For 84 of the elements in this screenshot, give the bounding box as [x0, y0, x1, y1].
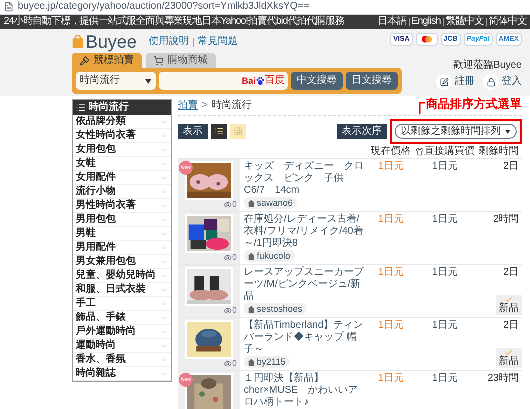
view-label: 表示	[178, 124, 208, 139]
condition-text: 新品	[499, 357, 519, 367]
listing-title[interactable]: １円即決【新品】 cher×MUSE かわいいアロハ柄トート♪	[244, 373, 366, 409]
sidebar-item[interactable]: 飾品、手錶	[73, 311, 171, 325]
current-price: 1日元	[377, 213, 405, 227]
time-left: 2日	[503, 321, 520, 331]
current-price: 1日元	[377, 160, 405, 174]
sidebar-item[interactable]: 男鞋	[73, 227, 171, 241]
seller-tag[interactable]: fukucolo	[244, 250, 295, 262]
listing-row[interactable]: 0 レースアップスニーカーブーツ/M/ピンクベージュ/新品 sestoshoes 1日元 1日元 2日 新品	[178, 265, 522, 318]
breadcrumb-separator: >	[202, 101, 208, 111]
sidebar-item[interactable]: 女用配件	[73, 171, 171, 185]
seller-tag[interactable]: by2115	[244, 356, 290, 368]
url-text: buyee.jp/category/yahoo/auction/23000?sort=Ymlkb3JldXksYQ==	[18, 2, 310, 12]
time-left: 23時間	[488, 374, 520, 384]
time-left: 2日	[503, 268, 520, 278]
sidebar-item[interactable]: 香水、香氛	[73, 353, 171, 367]
sidebar-header: 時尚流行	[73, 100, 171, 115]
listing-title[interactable]: 在庫処分/レディース古着/衣料/フリマ/リメイク/40着～/1円即決8	[244, 214, 366, 250]
logo-text: Buyee	[86, 33, 138, 51]
tagline: 24小時自動下標，提供一站式服全面與專業現地日本Yahoo!拍賣代bid代拍代購服務	[4, 17, 344, 27]
sidebar-item[interactable]: 男用包包	[73, 213, 171, 227]
sort-label: 表示次序	[337, 124, 387, 139]
sidebar-item[interactable]: 運動時尚	[73, 339, 171, 353]
current-price: 1日元	[377, 372, 405, 386]
sidebar-item[interactable]: 戶外運動時尚	[73, 325, 171, 339]
column-header: 現在價格	[370, 146, 412, 156]
baidu-logo: Bai 百度	[242, 76, 285, 86]
buy-now-price: 1日元	[431, 266, 459, 280]
current-price: 1日元	[377, 266, 405, 280]
language-link[interactable]: 日本語	[378, 17, 407, 27]
register-button[interactable]: 註冊	[436, 74, 475, 90]
listing-title[interactable]: 【新品Timberland】ティンバーランド◆キャップ 帽子～	[244, 320, 366, 356]
seller-tag[interactable]: sestoshoes	[244, 303, 307, 315]
watch-count: 0	[232, 307, 237, 315]
breadcrumb-link[interactable]: 拍賣	[178, 101, 198, 111]
time-left: 2時間	[493, 215, 520, 225]
watch-count: 0	[232, 254, 237, 262]
listing-row[interactable]: 0 在庫処分/レディース古着/衣料/フリマ/リメイク/40着～/1円即決8 fukucolo 1日元 1日元 2時間	[178, 212, 522, 265]
sidebar-item[interactable]: 兒童、嬰幼兒時尚	[73, 269, 171, 283]
buyee-logo[interactable]: Buyee	[72, 33, 138, 51]
search-field[interactable]: Bai 百度	[159, 72, 288, 90]
time-left: 2日	[503, 162, 520, 172]
header-link[interactable]: 常見問題	[198, 37, 238, 47]
watch-count: 0	[232, 201, 237, 209]
listing-title[interactable]: レースアップスニーカーブーツ/M/ピンクベージュ/新品	[244, 267, 366, 303]
listing-row[interactable]: 0 【新品Timberland】ティンバーランド◆キャップ 帽子～ by2115 1日元 1日元 2日 新品	[178, 318, 522, 371]
sidebar-item[interactable]: 男女兼用包包	[73, 255, 171, 269]
annotation-label: 商品排序方式選單	[426, 98, 522, 110]
search-tab[interactable]: 競標拍賣	[72, 53, 142, 68]
sort-select[interactable]: 以剩餘之剩餘時間排列	[395, 124, 517, 139]
sidebar-item[interactable]: 女用包包	[73, 143, 171, 157]
sidebar-item[interactable]: 時尚雜誌	[73, 367, 171, 381]
category-select[interactable]: 時尚流行	[76, 72, 156, 90]
language-link[interactable]: 简体中文	[489, 17, 527, 27]
sidebar-item[interactable]: 流行小物	[73, 185, 171, 199]
sidebar-item[interactable]: 女性時尚衣著	[73, 129, 171, 143]
current-price: 1日元	[377, 319, 405, 333]
search-button[interactable]: 中文搜尋	[291, 72, 343, 90]
sidebar-item[interactable]: 和服、日式衣裝	[73, 283, 171, 297]
listing-title[interactable]: キッズ ディズニー クロックス ピンク 子供 C6/7 14cm	[244, 161, 366, 197]
column-header: 直接購買價	[414, 146, 476, 156]
sidebar-item[interactable]: 男用配件	[73, 241, 171, 255]
seller-tag[interactable]: sawano6	[244, 197, 298, 209]
login-button[interactable]: 登入	[483, 74, 522, 90]
sidebar-item[interactable]: 手工	[73, 297, 171, 311]
buy-now-price: 1日元	[431, 213, 459, 227]
condition-text: 新品	[499, 304, 519, 314]
column-header: 剩餘時間	[478, 146, 520, 156]
language-link[interactable]: English	[412, 17, 441, 27]
sidebar-item[interactable]: 男性時尚衣著	[73, 199, 171, 213]
sidebar-item[interactable]: 女鞋	[73, 157, 171, 171]
language-link[interactable]: 繁體中文	[446, 17, 484, 27]
watch-count: 0	[232, 360, 237, 368]
address-bar[interactable]: buyee.jp/category/yahoo/auction/23000?sort=Ymlkb3JldXksYQ==	[0, 0, 530, 15]
header-link[interactable]: 使用說明	[149, 37, 190, 47]
sidebar-item[interactable]: 依品牌分類	[73, 115, 171, 129]
search-button[interactable]: 日文搜尋	[346, 72, 398, 90]
buy-now-price: 1日元	[431, 372, 459, 386]
search-tab[interactable]: 購物商城	[146, 53, 216, 68]
breadcrumb-current: 時尚流行	[212, 101, 252, 111]
welcome-text: 歡迎蒞臨Buyee	[454, 61, 522, 71]
buy-now-price: 1日元	[431, 160, 459, 174]
buy-now-price: 1日元	[431, 319, 459, 333]
